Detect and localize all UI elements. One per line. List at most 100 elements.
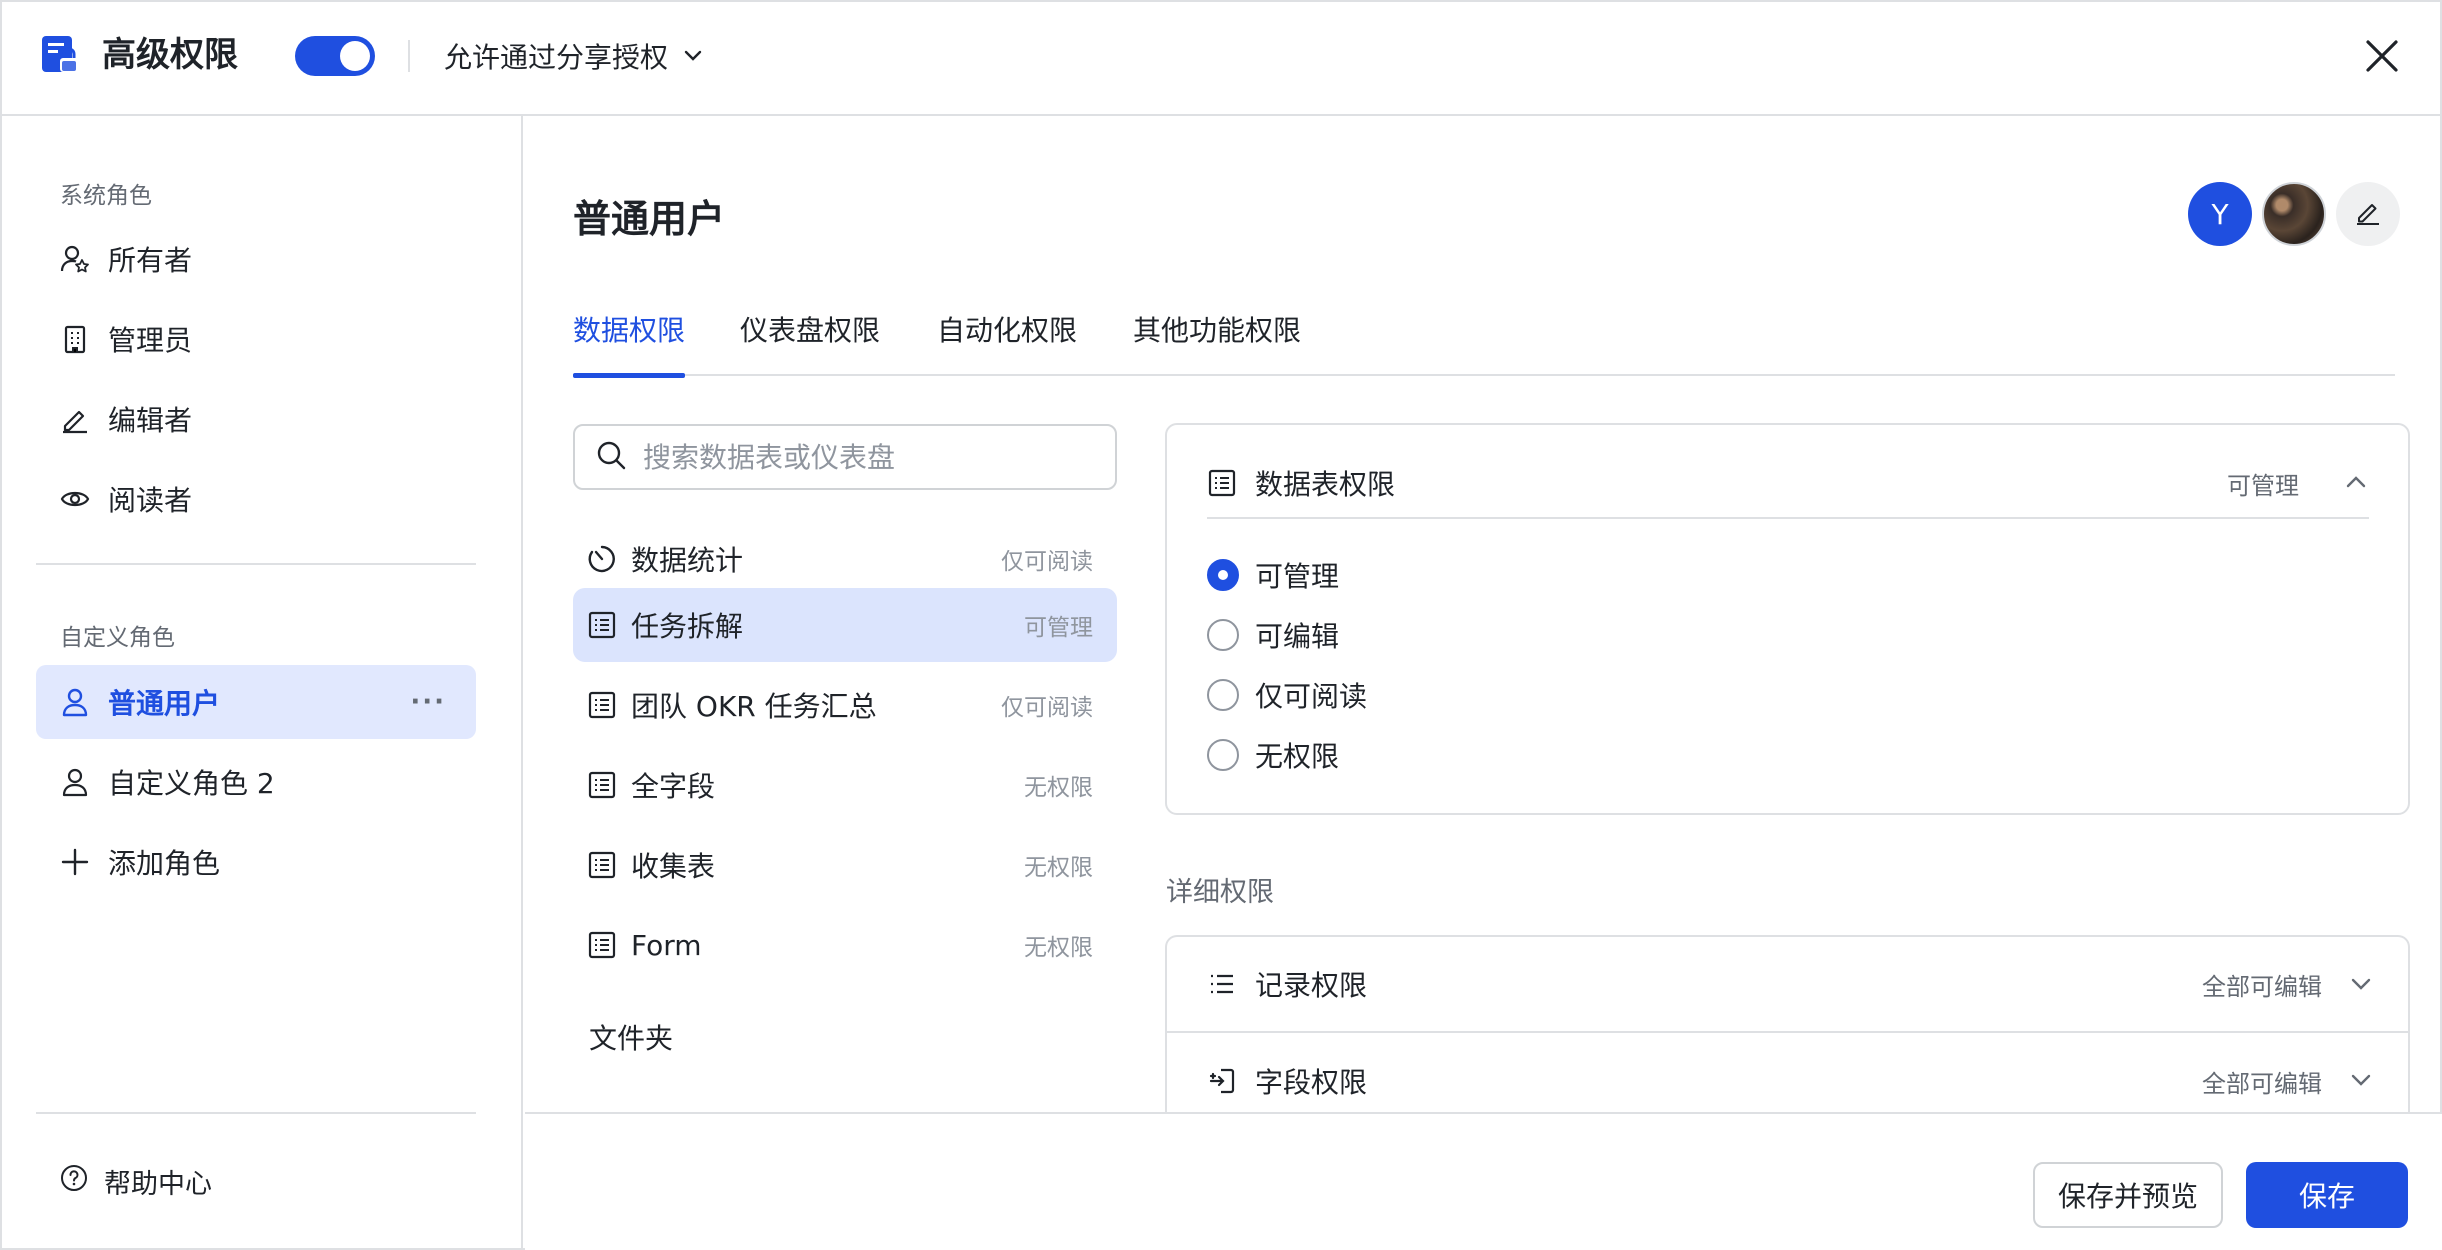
eye-icon bbox=[60, 484, 90, 514]
folder-item[interactable]: 文件夹 bbox=[589, 1017, 673, 1057]
sidebar-item-admin[interactable]: 管理员 bbox=[36, 302, 476, 376]
sidebar-divider bbox=[36, 1112, 476, 1114]
sidebar-item-custom-role-2[interactable]: 自定义角色 2 bbox=[36, 745, 476, 819]
more-options-icon[interactable]: ··· bbox=[410, 687, 446, 717]
toggle-knob bbox=[340, 41, 370, 71]
list-item[interactable]: 收集表 无权限 bbox=[573, 828, 1117, 902]
table-permission-header[interactable]: 数据表权限 可管理 bbox=[1207, 449, 2369, 519]
header-divider bbox=[408, 40, 410, 72]
save-button[interactable]: 保存 bbox=[2246, 1162, 2408, 1228]
page-title: 普通用户 bbox=[573, 197, 726, 241]
list-item[interactable]: 任务拆解 可管理 bbox=[573, 588, 1117, 662]
system-roles-label: 系统角色 bbox=[60, 183, 152, 209]
plus-icon bbox=[60, 847, 90, 877]
sidebar-item-owner[interactable]: 所有者 bbox=[36, 222, 476, 296]
help-center-link[interactable]: 帮助中心 bbox=[60, 1162, 212, 1201]
radio-label: 可编辑 bbox=[1255, 620, 1340, 653]
app-title: 高级权限 bbox=[102, 35, 238, 75]
list-item[interactable]: 数据统计 仅可阅读 bbox=[573, 522, 1117, 596]
list-icon bbox=[1207, 969, 1237, 999]
sidebar-item-label: 普通用户 bbox=[108, 687, 221, 720]
share-auth-dropdown[interactable]: 允许通过分享授权 bbox=[444, 34, 704, 78]
advanced-permission-toggle[interactable] bbox=[295, 36, 375, 76]
sidebar-item-normal-user[interactable]: 普通用户 ··· bbox=[36, 665, 476, 739]
tab-dashboard-permission[interactable]: 仪表盘权限 bbox=[740, 306, 880, 376]
user-icon bbox=[60, 767, 90, 797]
member-avatars: Y bbox=[2188, 182, 2400, 246]
detail-row-value: 全部可编辑 bbox=[2202, 1069, 2322, 1098]
list-item-permission: 无权限 bbox=[1024, 855, 1093, 881]
radio-option-edit[interactable]: 可编辑 bbox=[1207, 615, 1339, 655]
radio-button[interactable] bbox=[1207, 679, 1239, 711]
chevron-up-icon[interactable] bbox=[2343, 469, 2369, 502]
radio-button[interactable] bbox=[1207, 739, 1239, 771]
list-item-name: 收集表 bbox=[631, 850, 716, 883]
custom-roles-label: 自定义角色 bbox=[60, 625, 175, 651]
pencil-icon bbox=[60, 404, 90, 434]
radio-option-read[interactable]: 仅可阅读 bbox=[1207, 675, 1367, 715]
list-item-permission: 无权限 bbox=[1024, 775, 1093, 801]
tab-automation-permission[interactable]: 自动化权限 bbox=[937, 306, 1077, 376]
table-icon bbox=[587, 610, 617, 640]
table-permission-card: 数据表权限 可管理 可管理 可编辑 仅可阅读 无权限 bbox=[1165, 423, 2410, 815]
detail-permission-title: 详细权限 bbox=[1166, 877, 1274, 908]
radio-label: 无权限 bbox=[1255, 740, 1340, 773]
save-and-preview-button[interactable]: 保存并预览 bbox=[2033, 1162, 2223, 1228]
table-icon bbox=[1207, 468, 1237, 498]
search-input[interactable] bbox=[643, 440, 1083, 474]
field-icon bbox=[1207, 1066, 1237, 1096]
chevron-down-icon[interactable] bbox=[2348, 971, 2374, 1004]
detail-row-value: 全部可编辑 bbox=[2202, 972, 2322, 1001]
table-permission-title: 数据表权限 bbox=[1255, 468, 1396, 501]
add-role-label: 添加角色 bbox=[108, 847, 221, 880]
list-item[interactable]: 团队 OKR 任务汇总 仅可阅读 bbox=[573, 668, 1117, 742]
pencil-icon bbox=[2353, 197, 2383, 231]
search-box bbox=[573, 424, 1117, 490]
sidebar-item-label: 编辑者 bbox=[108, 404, 193, 437]
avatar[interactable]: Y bbox=[2188, 182, 2252, 246]
table-icon bbox=[587, 930, 617, 960]
tab-data-permission[interactable]: 数据权限 bbox=[573, 306, 686, 378]
radio-label: 仅可阅读 bbox=[1255, 680, 1368, 713]
radio-button[interactable] bbox=[1207, 559, 1239, 591]
sidebar-item-editor[interactable]: 编辑者 bbox=[36, 382, 476, 456]
table-icon bbox=[587, 850, 617, 880]
help-icon bbox=[60, 1164, 88, 1199]
sidebar-item-reader[interactable]: 阅读者 bbox=[36, 462, 476, 536]
help-center-label: 帮助中心 bbox=[104, 1169, 212, 1200]
owner-icon bbox=[60, 244, 90, 274]
list-item[interactable]: 全字段 无权限 bbox=[573, 748, 1117, 822]
permission-tabs: 数据权限 仪表盘权限 自动化权限 其他功能权限 bbox=[573, 306, 2395, 378]
table-icon bbox=[587, 770, 617, 800]
close-icon[interactable] bbox=[2362, 36, 2402, 76]
tab-other-permission[interactable]: 其他功能权限 bbox=[1133, 306, 1301, 376]
sidebar-item-label: 管理员 bbox=[108, 324, 193, 357]
list-item-permission: 可管理 bbox=[1024, 615, 1093, 641]
list-item-permission: 仅可阅读 bbox=[1001, 695, 1093, 721]
main-panel: 普通用户 Y 数据权限 仪表盘权限 自动化权限 其他功能权限 数据统计 仅可阅读 bbox=[525, 116, 2442, 1250]
radio-option-none[interactable]: 无权限 bbox=[1207, 735, 1339, 775]
dialog-footer: 保存并预览 保存 bbox=[525, 1112, 2442, 1250]
table-permission-value: 可管理 bbox=[2227, 471, 2299, 500]
detail-row-label: 记录权限 bbox=[1255, 969, 1368, 1002]
radio-button[interactable] bbox=[1207, 619, 1239, 651]
list-item-name: 数据统计 bbox=[631, 544, 744, 577]
building-icon bbox=[60, 324, 90, 354]
sidebar-item-label: 所有者 bbox=[108, 244, 193, 277]
list-item-name: 全字段 bbox=[631, 770, 716, 803]
permission-doc-icon bbox=[40, 34, 82, 76]
sidebar-item-label: 阅读者 bbox=[108, 484, 193, 517]
table-icon bbox=[587, 690, 617, 720]
chevron-down-icon bbox=[682, 40, 704, 73]
avatar-photo[interactable] bbox=[2262, 182, 2326, 246]
list-item-name: Form bbox=[631, 928, 702, 962]
list-item-permission: 仅可阅读 bbox=[1001, 549, 1093, 575]
edit-members-button[interactable] bbox=[2336, 182, 2400, 246]
radio-option-manage[interactable]: 可管理 bbox=[1207, 555, 1339, 595]
list-item-permission: 无权限 bbox=[1024, 935, 1093, 961]
record-permission-row[interactable]: 记录权限 全部可编辑 bbox=[1167, 937, 2408, 1033]
chevron-down-icon[interactable] bbox=[2348, 1067, 2374, 1100]
dialog-header: 高级权限 允许通过分享授权 bbox=[0, 0, 2442, 116]
add-role-button[interactable]: 添加角色 bbox=[36, 825, 476, 899]
list-item[interactable]: Form 无权限 bbox=[573, 908, 1117, 982]
